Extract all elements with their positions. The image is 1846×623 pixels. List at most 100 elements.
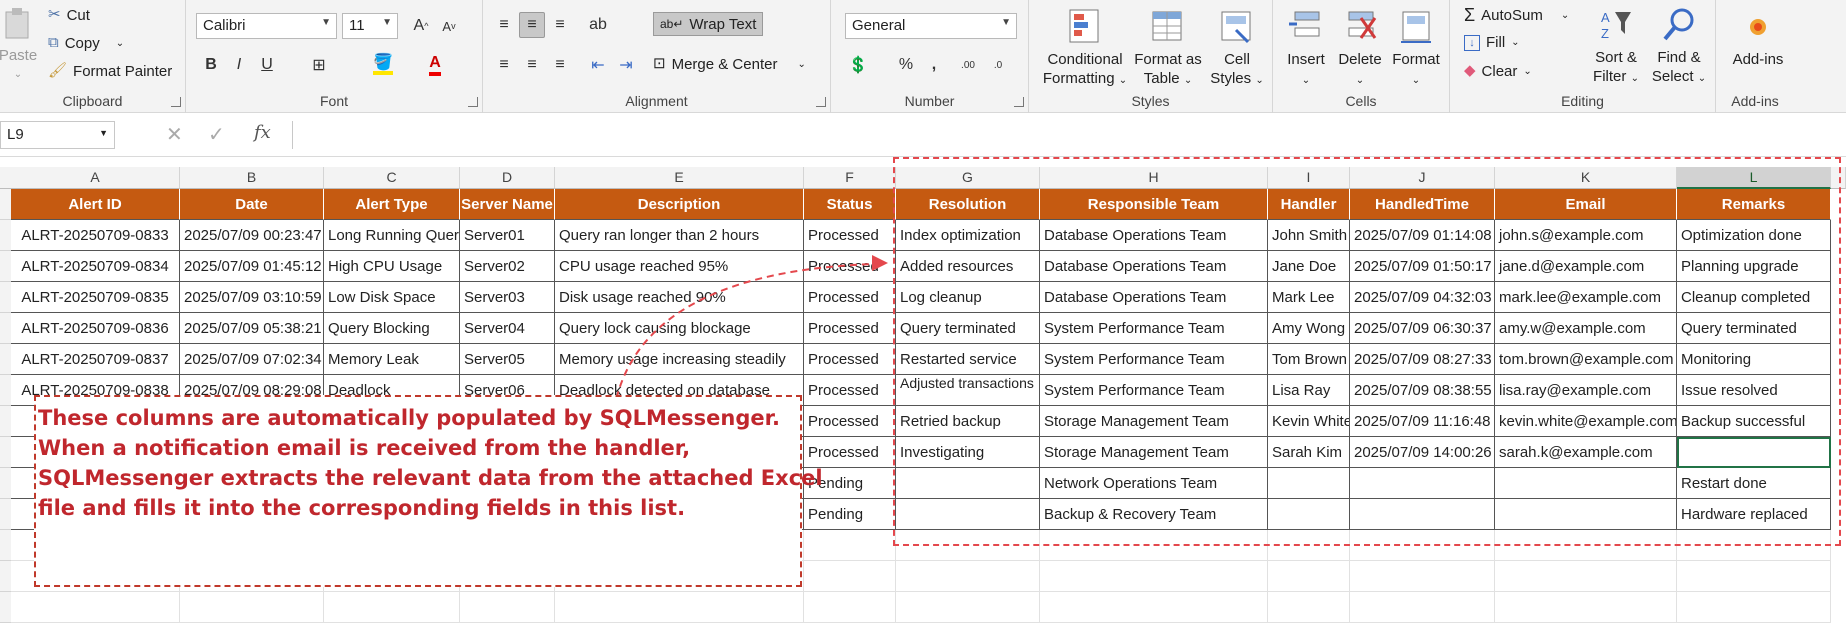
comma-style-button[interactable]: , — [921, 52, 947, 78]
table-cell[interactable]: Lisa Ray — [1268, 375, 1350, 406]
table-cell[interactable]: Tom Brown — [1268, 344, 1350, 375]
enter-icon[interactable]: ✓ — [208, 122, 225, 147]
decrease-decimal-icon[interactable]: .0 — [985, 52, 1011, 78]
table-cell[interactable]: Query terminated — [896, 313, 1040, 344]
decrease-font-icon[interactable]: Av — [436, 13, 462, 39]
empty-cell[interactable] — [11, 592, 180, 623]
table-header-cell[interactable]: Email — [1495, 189, 1677, 220]
table-header-cell[interactable]: Description — [555, 189, 804, 220]
table-cell[interactable]: 2025/07/09 04:32:03 — [1350, 282, 1495, 313]
column-header[interactable]: K — [1495, 167, 1677, 189]
empty-cell[interactable] — [180, 592, 324, 623]
table-cell[interactable]: 2025/07/09 07:02:34 — [180, 344, 324, 375]
decrease-indent-icon[interactable]: ⇤ — [585, 52, 611, 78]
format-as-table-button[interactable]: Format as Table ⌄ — [1133, 8, 1203, 90]
empty-cell[interactable] — [1268, 561, 1350, 592]
increase-indent-icon[interactable]: ⇥ — [613, 52, 639, 78]
align-center-icon[interactable]: ≡ — [519, 52, 545, 78]
cancel-icon[interactable]: ✕ — [166, 122, 183, 147]
fill-color-icon[interactable]: 🪣 — [370, 52, 396, 78]
align-bottom-icon[interactable]: ≡ — [547, 12, 573, 38]
column-header[interactable] — [1831, 167, 1846, 189]
row-header[interactable] — [0, 468, 11, 499]
table-cell[interactable]: Backup successful — [1677, 406, 1831, 437]
table-cell[interactable]: High CPU Usage — [324, 251, 460, 282]
table-cell[interactable]: Mark Lee — [1268, 282, 1350, 313]
column-header[interactable]: J — [1350, 167, 1495, 189]
table-header-cell[interactable]: Status — [804, 189, 896, 220]
column-header[interactable]: H — [1040, 167, 1268, 189]
column-header[interactable]: D — [460, 167, 555, 189]
borders-icon[interactable]: ⊞ — [306, 52, 332, 78]
increase-decimal-icon[interactable]: .00 — [955, 52, 981, 78]
table-cell[interactable]: Database Operations Team — [1040, 251, 1268, 282]
align-top-icon[interactable]: ≡ — [491, 12, 517, 38]
table-cell[interactable] — [1350, 468, 1495, 499]
table-cell[interactable]: Sarah Kim — [1268, 437, 1350, 468]
merge-center-button[interactable]: ⊡ Merge & Center ⌄ — [653, 55, 806, 73]
column-header[interactable]: C — [324, 167, 460, 189]
table-cell[interactable]: 2025/07/09 11:16:48 — [1350, 406, 1495, 437]
table-cell[interactable] — [1495, 499, 1677, 530]
find-select-button[interactable]: Find & Select ⌄ — [1646, 6, 1712, 88]
name-box[interactable]: L9 ▼ — [0, 121, 115, 149]
empty-cell[interactable] — [896, 561, 1040, 592]
table-cell[interactable]: John Smith — [1268, 220, 1350, 251]
table-cell[interactable]: Memory Leak — [324, 344, 460, 375]
dialog-launcher-icon[interactable] — [1014, 97, 1024, 107]
empty-cell[interactable] — [1495, 561, 1677, 592]
table-cell[interactable]: Network Operations Team — [1040, 468, 1268, 499]
row-header[interactable] — [0, 406, 11, 437]
table-cell[interactable] — [1350, 499, 1495, 530]
table-header-cell[interactable]: Handler — [1268, 189, 1350, 220]
clear-button[interactable]: ◆ Clear ⌄ — [1464, 62, 1532, 80]
table-cell[interactable]: Adjusted transactions — [896, 375, 1040, 406]
table-cell[interactable]: Processed — [804, 251, 896, 282]
row-header[interactable] — [0, 499, 11, 530]
row-header[interactable] — [0, 282, 11, 313]
table-cell[interactable]: Low Disk Space — [324, 282, 460, 313]
row-header[interactable] — [0, 344, 11, 375]
table-cell[interactable]: 2025/07/09 08:27:33 — [1350, 344, 1495, 375]
table-cell[interactable]: Processed — [804, 437, 896, 468]
table-cell[interactable]: mark.lee@example.com — [1495, 282, 1677, 313]
empty-cell[interactable] — [1350, 561, 1495, 592]
column-header[interactable]: B — [180, 167, 324, 189]
table-cell[interactable]: Processed — [804, 406, 896, 437]
row-header[interactable] — [0, 437, 11, 468]
table-cell[interactable]: Jane Doe — [1268, 251, 1350, 282]
table-cell[interactable]: Memory usage increasing steadily — [555, 344, 804, 375]
table-cell[interactable]: Index optimization — [896, 220, 1040, 251]
delete-button[interactable]: Delete ⌄ — [1333, 8, 1387, 90]
table-cell[interactable]: Processed — [804, 220, 896, 251]
empty-cell[interactable] — [1040, 592, 1268, 623]
table-cell[interactable]: Query terminated — [1677, 313, 1831, 344]
table-cell[interactable]: Server02 — [460, 251, 555, 282]
cell-styles-button[interactable]: Cell Styles ⌄ — [1207, 8, 1267, 90]
table-cell[interactable]: Log cleanup — [896, 282, 1040, 313]
align-middle-icon[interactable]: ≡ — [519, 12, 545, 38]
empty-cell[interactable] — [1040, 530, 1268, 561]
table-cell[interactable] — [896, 468, 1040, 499]
table-cell[interactable]: Processed — [804, 375, 896, 406]
number-format-select[interactable]: General ▼ — [845, 13, 1017, 39]
table-header-cell[interactable]: Date — [180, 189, 324, 220]
table-header-cell[interactable]: Server Name — [460, 189, 555, 220]
accounting-format-icon[interactable]: 💲 — [845, 52, 871, 78]
table-cell[interactable]: ALRT-20250709-0837 — [11, 344, 180, 375]
row-header[interactable] — [0, 220, 11, 251]
table-cell[interactable]: amy.w@example.com — [1495, 313, 1677, 344]
table-header-cell[interactable]: Resolution — [896, 189, 1040, 220]
table-cell[interactable]: tom.brown@example.com — [1495, 344, 1677, 375]
column-header[interactable]: E — [555, 167, 804, 189]
table-cell[interactable]: Kevin White — [1268, 406, 1350, 437]
table-cell[interactable]: Restarted service — [896, 344, 1040, 375]
row-header[interactable] — [0, 561, 11, 592]
italic-button[interactable]: I — [226, 52, 252, 78]
row-header[interactable] — [0, 375, 11, 406]
table-cell[interactable]: Amy Wong — [1268, 313, 1350, 344]
empty-cell[interactable] — [1268, 530, 1350, 561]
empty-cell[interactable] — [1495, 530, 1677, 561]
font-name-select[interactable]: Calibri ▼ — [196, 13, 337, 39]
percent-style-button[interactable]: % — [893, 52, 919, 78]
